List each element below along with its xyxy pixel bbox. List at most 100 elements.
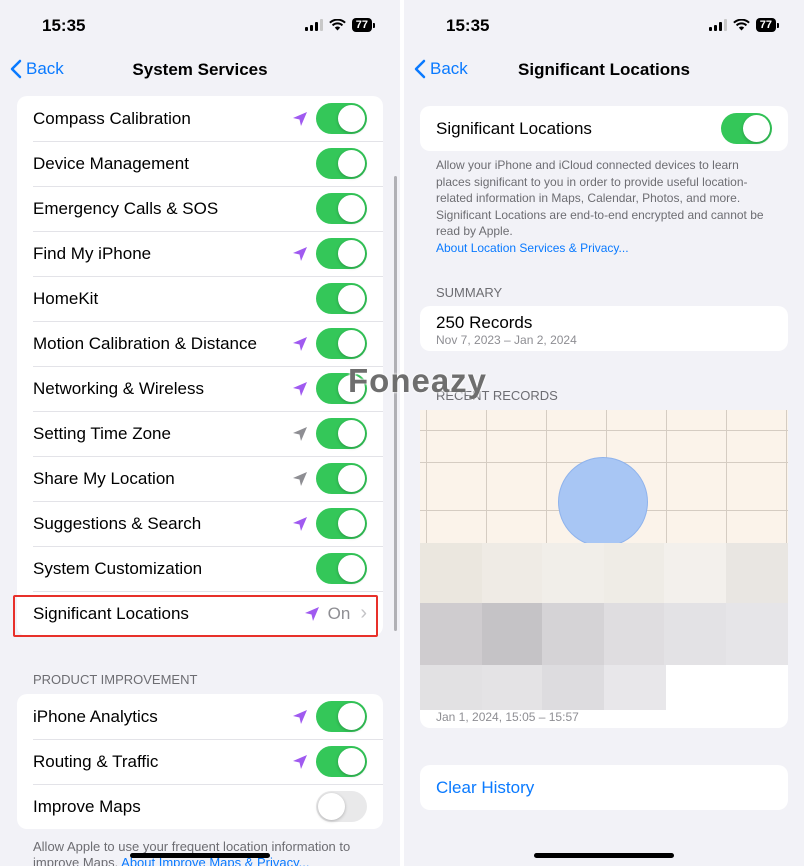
map-pixelated-block: [482, 665, 542, 710]
row-label: Share My Location: [33, 468, 175, 488]
home-indicator[interactable]: [534, 853, 674, 858]
map-gridline: [666, 410, 667, 545]
compass-calibration-toggle[interactable]: [316, 103, 367, 134]
row-label: Networking & Wireless: [33, 378, 204, 398]
row-label: Find My iPhone: [33, 243, 152, 263]
system-services-list: Compass Calibration Device Management Emer…: [17, 96, 383, 636]
scrollbar[interactable]: [394, 176, 397, 631]
location-arrow-icon: [293, 336, 307, 351]
homekit-toggle[interactable]: [316, 283, 367, 314]
map-pixelated-block: [666, 665, 788, 710]
map-pixelated-block: [542, 603, 604, 665]
motion-calibration-distance-toggle[interactable]: [316, 328, 367, 359]
map-pixelated-block: [482, 543, 542, 603]
settings-row-setting-time-zone: Setting Time Zone: [17, 411, 383, 456]
map-gridline: [426, 410, 427, 545]
map-pixelated-block: [726, 543, 788, 603]
row-label: Suggestions & Search: [33, 513, 202, 533]
map-pixelated-block: [726, 603, 788, 665]
page-title: Significant Locations: [518, 60, 690, 79]
status-time: 15:35: [446, 16, 490, 35]
map-gridline: [420, 430, 788, 431]
product-improvement-list: iPhone Analytics Routing & Traffic Improve…: [17, 694, 383, 829]
clear-history-button[interactable]: Clear History: [436, 778, 534, 798]
summary-header: SUMMARY: [436, 285, 503, 300]
row-label: Motion Calibration & Distance: [33, 333, 257, 353]
cellular-signal-icon: [304, 19, 323, 31]
row-label: iPhone Analytics: [33, 706, 158, 726]
watermark: Foneazy: [348, 362, 488, 399]
routing-traffic-toggle[interactable]: [316, 746, 367, 777]
significant-locations-screen: 15:35 77 Back Significant Locations Sign…: [404, 0, 804, 866]
settings-row-improve-maps: Improve Maps: [17, 784, 383, 829]
share-my-location-toggle[interactable]: [316, 463, 367, 494]
map-pixelated-block: [420, 603, 482, 665]
battery-icon: 77: [351, 18, 376, 32]
settings-row-iphone-analytics: iPhone Analytics: [17, 694, 383, 739]
row-label: Compass Calibration: [33, 108, 191, 128]
iphone-analytics-toggle[interactable]: [316, 701, 367, 732]
map-pixelated-block: [664, 543, 726, 603]
location-arrow-icon: [293, 754, 307, 769]
map-gridline: [546, 410, 547, 545]
map-gridline: [786, 410, 787, 545]
map-pixelated-block: [542, 665, 604, 710]
location-arrow-icon: [293, 471, 307, 486]
settings-row-homekit: HomeKit: [17, 276, 383, 321]
map-pixelated-block: [482, 603, 542, 665]
location-privacy-link[interactable]: About Location Services & Privacy...: [436, 241, 629, 255]
setting-time-zone-toggle[interactable]: [316, 418, 367, 449]
significant-locations-label: Significant Locations: [436, 118, 592, 138]
map-pixelated-block: [604, 603, 664, 665]
row-label: HomeKit: [33, 288, 99, 308]
settings-row-system-customization: System Customization: [17, 546, 383, 591]
battery-icon: 77: [755, 18, 780, 32]
system-services-screen: 15:35 77 Back System Services Compass Ca…: [0, 0, 400, 866]
settings-row-motion-calibration-distance: Motion Calibration & Distance: [17, 321, 383, 366]
map-pixelated-block: [604, 543, 664, 603]
description-text: Allow your iPhone and iCloud connected d…: [436, 158, 764, 238]
status-bar: 15:35 77: [404, 14, 804, 40]
recent-records-map[interactable]: [420, 410, 788, 710]
summary-records: 250 Records: [436, 313, 533, 332]
suggestions-search-toggle[interactable]: [316, 508, 367, 539]
settings-row-share-my-location: Share My Location: [17, 456, 383, 501]
row-label: Emergency Calls & SOS: [33, 198, 219, 218]
cellular-signal-icon: [708, 19, 727, 31]
clear-history-card: Clear History: [420, 765, 788, 810]
significant-locations-toggle[interactable]: [721, 113, 772, 144]
home-indicator[interactable]: [130, 853, 270, 858]
find-my-iphone-toggle[interactable]: [316, 238, 367, 269]
map-pixelated-block: [420, 543, 482, 603]
summary-card[interactable]: 250 Records Nov 7, 2023 – Jan 2, 2024: [420, 306, 788, 351]
row-label: Device Management: [33, 153, 189, 173]
recent-record-time: Jan 1, 2024, 15:05 – 15:57: [436, 710, 579, 724]
map-gridline: [486, 410, 487, 545]
navigation-bar: Back Significant Locations: [404, 56, 804, 86]
emergency-calls-sos-toggle[interactable]: [316, 193, 367, 224]
significant-locations-description: Allow your iPhone and iCloud connected d…: [436, 157, 776, 256]
settings-row-emergency-calls-sos: Emergency Calls & SOS: [17, 186, 383, 231]
significant-locations-toggle-row: Significant Locations: [420, 106, 788, 151]
device-management-toggle[interactable]: [316, 148, 367, 179]
map-pixelated-block: [420, 665, 482, 710]
settings-row-suggestions-search: Suggestions & Search: [17, 501, 383, 546]
significant-locations-highlight: [13, 595, 378, 637]
navigation-bar: Back System Services: [0, 56, 400, 86]
row-label: System Customization: [33, 558, 203, 578]
wifi-icon: [732, 19, 750, 31]
system-customization-toggle[interactable]: [316, 553, 367, 584]
settings-row-networking-wireless: Networking & Wireless: [17, 366, 383, 411]
summary-dates: Nov 7, 2023 – Jan 2, 2024: [436, 333, 577, 347]
location-arrow-icon: [293, 426, 307, 441]
settings-row-find-my-iphone: Find My iPhone: [17, 231, 383, 276]
wifi-icon: [328, 19, 346, 31]
row-label: Routing & Traffic: [33, 751, 159, 771]
page-title: System Services: [132, 60, 268, 79]
settings-row-compass-calibration: Compass Calibration: [17, 96, 383, 141]
improve-maps-toggle[interactable]: [316, 791, 367, 822]
location-arrow-icon: [293, 246, 307, 261]
settings-row-routing-traffic: Routing & Traffic: [17, 739, 383, 784]
map-pixelated-block: [604, 665, 666, 710]
row-label: Improve Maps: [33, 796, 141, 816]
